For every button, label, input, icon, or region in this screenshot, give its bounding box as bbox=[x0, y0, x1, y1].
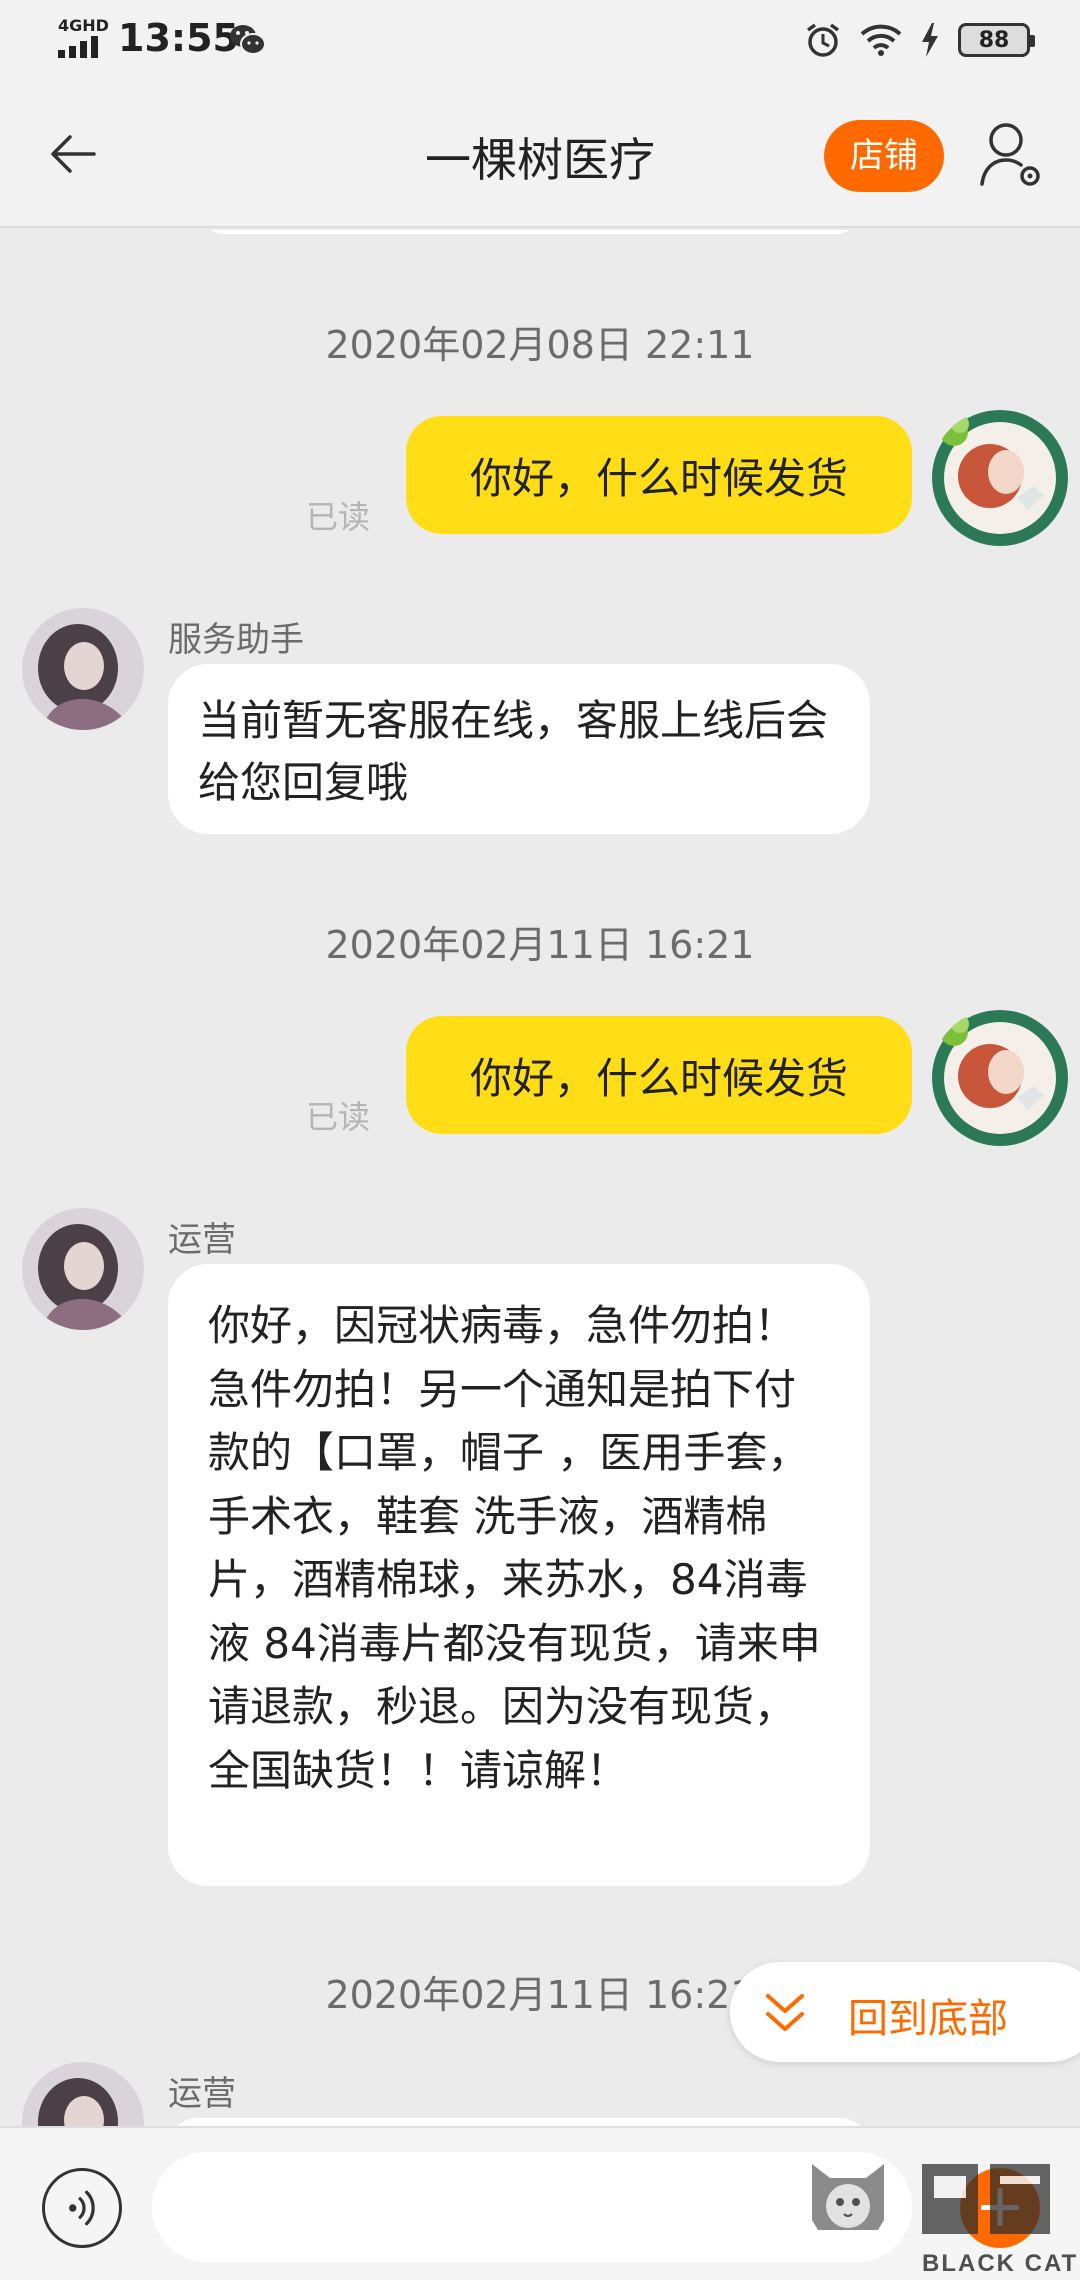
black-cat-logo-icon bbox=[812, 2164, 1050, 2234]
wifi-icon bbox=[860, 24, 902, 56]
incoming-message[interactable]: 你好，因冠状病毒，急件勿拍！急件勿拍！另一个通知是拍下付款的【口罩，帽子 ，医用… bbox=[168, 1264, 870, 1886]
chat-messages[interactable]: 2020年02月08日 22:11 已读 你好，什么时候发货 服务助手 当前暂无… bbox=[0, 230, 1080, 2126]
outgoing-message[interactable]: 你好，什么时候发货 bbox=[406, 1016, 912, 1134]
back-to-bottom-label: 回到底部 bbox=[848, 1996, 1008, 2042]
incoming-message[interactable] bbox=[168, 2118, 870, 2126]
store-button[interactable]: 店铺 bbox=[824, 120, 944, 192]
chat-header: 一棵树医疗 店铺 bbox=[0, 80, 1080, 228]
service-avatar[interactable] bbox=[22, 1208, 144, 1330]
message-input[interactable] bbox=[152, 2152, 912, 2262]
network-type: 4GHD bbox=[58, 16, 109, 35]
black-cat-watermark: BLACK CAT bbox=[800, 2150, 1080, 2280]
message-timestamp: 2020年02月08日 22:11 bbox=[325, 323, 755, 367]
sender-name: 运营 bbox=[168, 2074, 236, 2114]
wechat-icon bbox=[230, 25, 266, 55]
battery-indicator: 88 bbox=[958, 23, 1035, 57]
double-chevron-down-icon bbox=[766, 1994, 804, 2031]
sender-name: 运营 bbox=[168, 1220, 236, 1260]
clock: 13:55 bbox=[118, 16, 239, 60]
user-settings-icon[interactable] bbox=[978, 120, 1044, 190]
user-avatar[interactable] bbox=[930, 408, 1070, 548]
signal-icon bbox=[58, 36, 106, 58]
previous-message-bubble bbox=[200, 230, 860, 234]
back-to-bottom-button[interactable]: 回到底部 bbox=[730, 1962, 1080, 2062]
message-timestamp: 2020年02月11日 16:21 bbox=[325, 923, 755, 967]
charging-icon bbox=[922, 23, 938, 57]
read-status: 已读 bbox=[306, 498, 371, 536]
alarm-icon bbox=[806, 23, 840, 57]
outgoing-message[interactable]: 你好，什么时候发货 bbox=[406, 416, 912, 534]
user-avatar[interactable] bbox=[930, 1008, 1070, 1148]
status-bar: 4GHD 13:55 88 bbox=[0, 0, 1080, 80]
sender-name: 服务助手 bbox=[168, 620, 304, 660]
service-avatar[interactable] bbox=[22, 2062, 144, 2126]
incoming-message[interactable]: 当前暂无客服在线，客服上线后会给您回复哦 bbox=[168, 664, 870, 834]
voice-icon[interactable] bbox=[42, 2168, 122, 2248]
read-status: 已读 bbox=[306, 1098, 371, 1136]
service-avatar[interactable] bbox=[22, 608, 144, 730]
watermark-text: BLACK CAT bbox=[922, 2250, 1079, 2277]
